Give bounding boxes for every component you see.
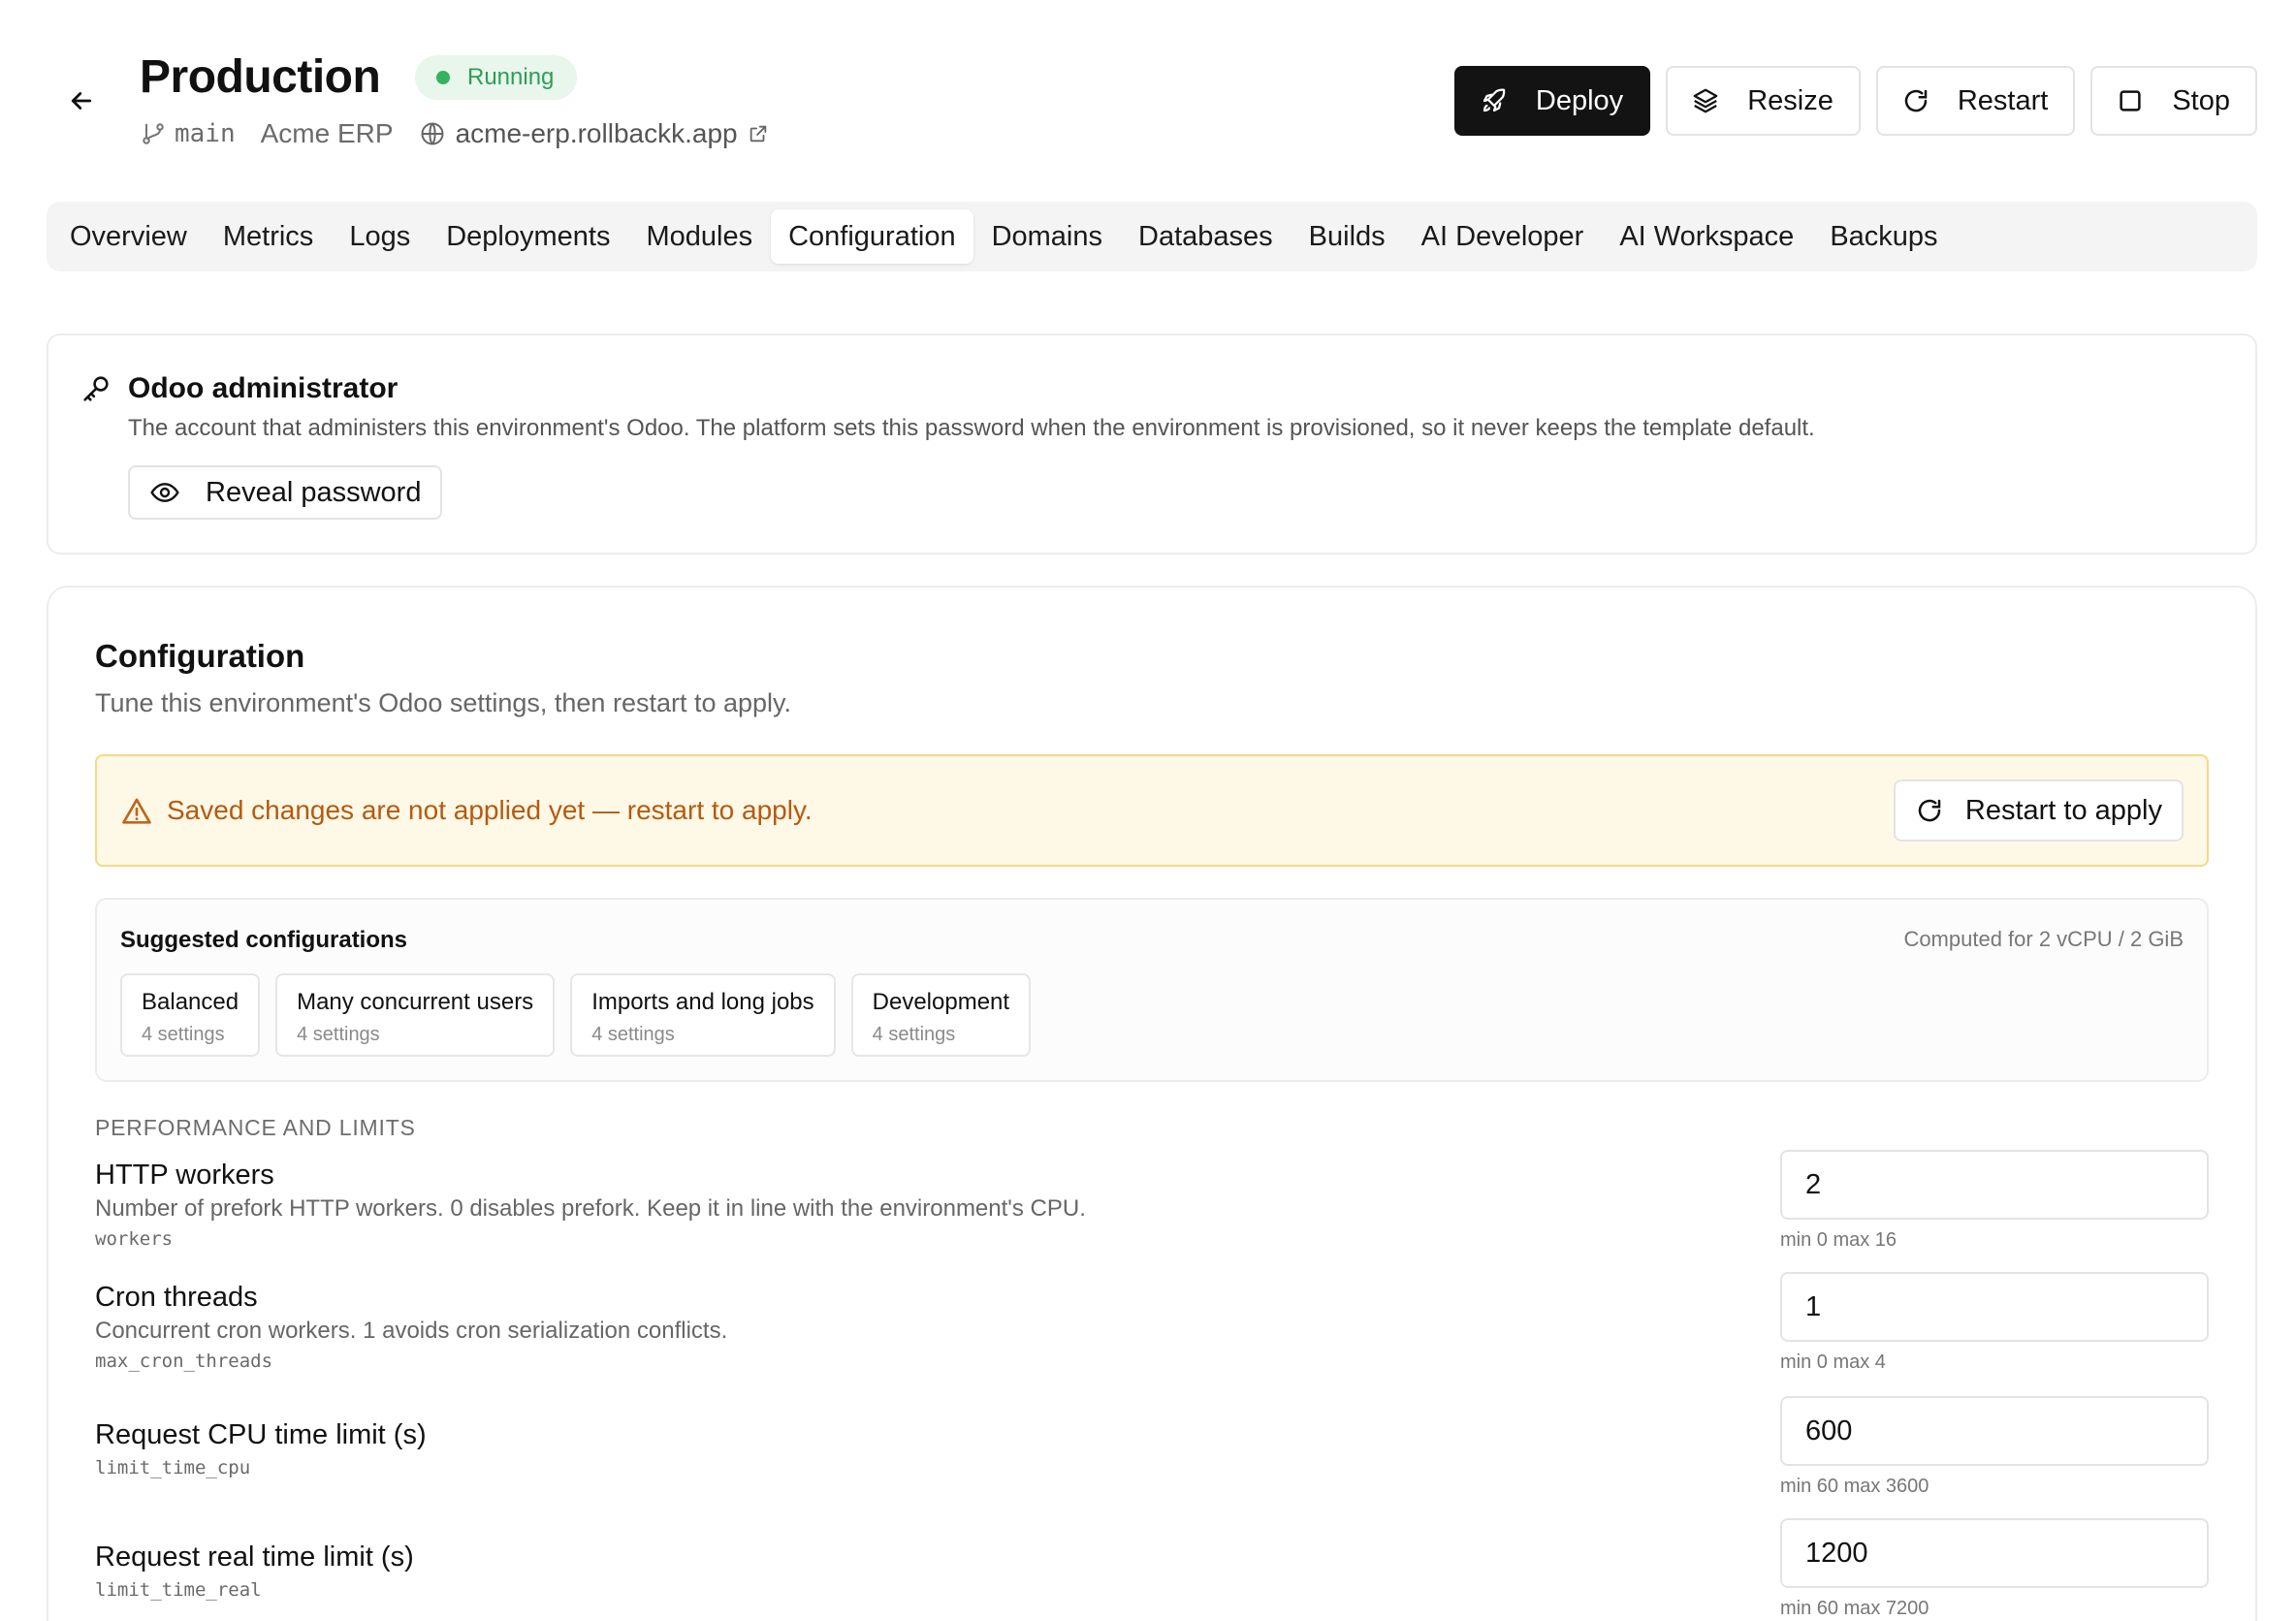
refresh-icon	[1918, 799, 1941, 822]
environment-url: acme-erp.rollbackk.app	[455, 118, 738, 148]
reveal-password-button[interactable]: Reveal password	[128, 465, 443, 520]
tab-backups[interactable]: Backups	[1830, 209, 1937, 264]
stop-button[interactable]: Stop	[2090, 66, 2257, 136]
tab-builds[interactable]: Builds	[1309, 209, 1386, 264]
status-dot-icon	[436, 71, 450, 84]
field-limit-time-cpu: Request CPU time limit (s) limit_time_cp…	[95, 1396, 2209, 1497]
refresh-icon	[1904, 89, 1928, 112]
preset-count: 4 settings	[297, 1024, 380, 1045]
environment-url-link[interactable]: acme-erp.rollbackk.app	[419, 118, 769, 149]
tab-ai-workspace[interactable]: AI Workspace	[1619, 209, 1794, 264]
preset-label: Development	[872, 989, 1010, 1015]
computed-for-label: Computed for 2 vCPU / 2 GiB	[1903, 927, 2184, 951]
preset-count: 4 settings	[142, 1024, 225, 1045]
section-heading: PERFORMANCE AND LIMITS	[95, 1115, 416, 1140]
limit-time-real-input[interactable]: 1200	[1780, 1518, 2209, 1588]
tab-domains[interactable]: Domains	[992, 209, 1102, 264]
stop-square-icon	[2120, 90, 2141, 111]
admin-title: Odoo administrator	[128, 372, 399, 404]
field-limit-time-real: Request real time limit (s) limit_time_r…	[95, 1518, 2209, 1619]
field-range-hint: min 0 max 4	[1780, 1351, 1886, 1373]
project-name: Acme ERP	[260, 118, 394, 148]
reveal-password-label: Reveal password	[206, 476, 422, 508]
configuration-subtitle: Tune this environment's Odoo settings, t…	[95, 688, 792, 717]
preset-label: Imports and long jobs	[591, 989, 814, 1015]
preset-balanced[interactable]: Balanced 4 settings	[120, 973, 261, 1057]
page-title: Production	[140, 51, 381, 103]
resize-button[interactable]: Resize	[1666, 66, 1861, 136]
field-range-hint: min 60 max 3600	[1780, 1476, 1929, 1497]
restart-to-apply-label: Restart to apply	[1964, 794, 2162, 826]
tab-databases[interactable]: Databases	[1138, 209, 1273, 264]
resize-label: Resize	[1747, 84, 1834, 116]
layers-icon	[1693, 88, 1718, 113]
status-label: Running	[467, 64, 555, 90]
tab-configuration[interactable]: Configuration	[771, 209, 973, 264]
pending-changes-banner: Saved changes are not applied yet — rest…	[95, 754, 2209, 867]
field-max-cron-threads: Cron threads Concurrent cron workers. 1 …	[95, 1272, 2209, 1373]
deploy-button[interactable]: Deploy	[1453, 66, 1651, 136]
warning-triangle-icon	[122, 798, 151, 824]
tab-ai-developer[interactable]: AI Developer	[1421, 209, 1584, 264]
preset-many-concurrent-users[interactable]: Many concurrent users 4 settings	[275, 973, 556, 1057]
field-range-hint: min 60 max 7200	[1780, 1598, 1929, 1619]
eye-icon	[150, 483, 179, 502]
stop-label: Stop	[2172, 84, 2230, 116]
environment-meta: main Acme ERP acme-erp.rollbackk.app	[140, 118, 769, 149]
status-badge: Running	[415, 55, 578, 100]
external-link-icon	[749, 125, 766, 143]
git-branch-icon	[143, 123, 164, 144]
restart-button[interactable]: Restart	[1875, 66, 2076, 136]
preset-label: Many concurrent users	[297, 989, 534, 1015]
preset-imports-and-long-jobs[interactable]: Imports and long jobs 4 settings	[570, 973, 836, 1057]
tab-modules[interactable]: Modules	[646, 209, 752, 264]
tab-overview[interactable]: Overview	[70, 209, 187, 264]
configuration-card: Configuration Tune this environment's Od…	[47, 586, 2257, 1621]
preset-development[interactable]: Development 4 settings	[850, 973, 1032, 1057]
arrow-left-icon	[71, 92, 92, 110]
preset-count: 4 settings	[591, 1024, 675, 1045]
admin-card: Odoo administrator The account that admi…	[47, 334, 2257, 555]
preset-label: Balanced	[142, 989, 239, 1015]
restart-to-apply-button[interactable]: Restart to apply	[1893, 779, 2184, 842]
field-workers: HTTP workers Number of prefork HTTP work…	[95, 1150, 2209, 1251]
preset-count: 4 settings	[872, 1024, 956, 1045]
suggested-configurations: Suggested configurations Computed for 2 …	[95, 898, 2209, 1082]
key-icon	[83, 376, 109, 401]
environment-page: Production Running main Acme ERP acme-er…	[0, 0, 2296, 1621]
header-actions: Deploy Resize Restart Stop	[1453, 66, 2257, 136]
tab-logs[interactable]: Logs	[349, 209, 410, 264]
max-cron-threads-input[interactable]: 1	[1780, 1272, 2209, 1342]
limit-time-cpu-input[interactable]: 600	[1780, 1396, 2209, 1466]
tab-deployments[interactable]: Deployments	[446, 209, 610, 264]
admin-description: The account that administers this enviro…	[128, 415, 1815, 441]
workers-input[interactable]: 2	[1780, 1150, 2209, 1220]
pending-changes-text: Saved changes are not applied yet — rest…	[167, 795, 813, 825]
configuration-title: Configuration	[95, 638, 305, 674]
deploy-label: Deploy	[1535, 84, 1624, 116]
tab-metrics[interactable]: Metrics	[223, 209, 313, 264]
preset-list: Balanced 4 settings Many concurrent user…	[120, 973, 1032, 1057]
tab-bar: Overview Metrics Logs Deployments Module…	[47, 202, 2257, 271]
restart-label: Restart	[1957, 84, 2049, 116]
back-button[interactable]	[62, 81, 101, 120]
globe-icon	[421, 122, 444, 145]
suggested-title: Suggested configurations	[120, 927, 408, 953]
rocket-icon	[1483, 88, 1506, 112]
field-range-hint: min 0 max 16	[1780, 1229, 1897, 1251]
branch-name: main	[175, 119, 236, 148]
